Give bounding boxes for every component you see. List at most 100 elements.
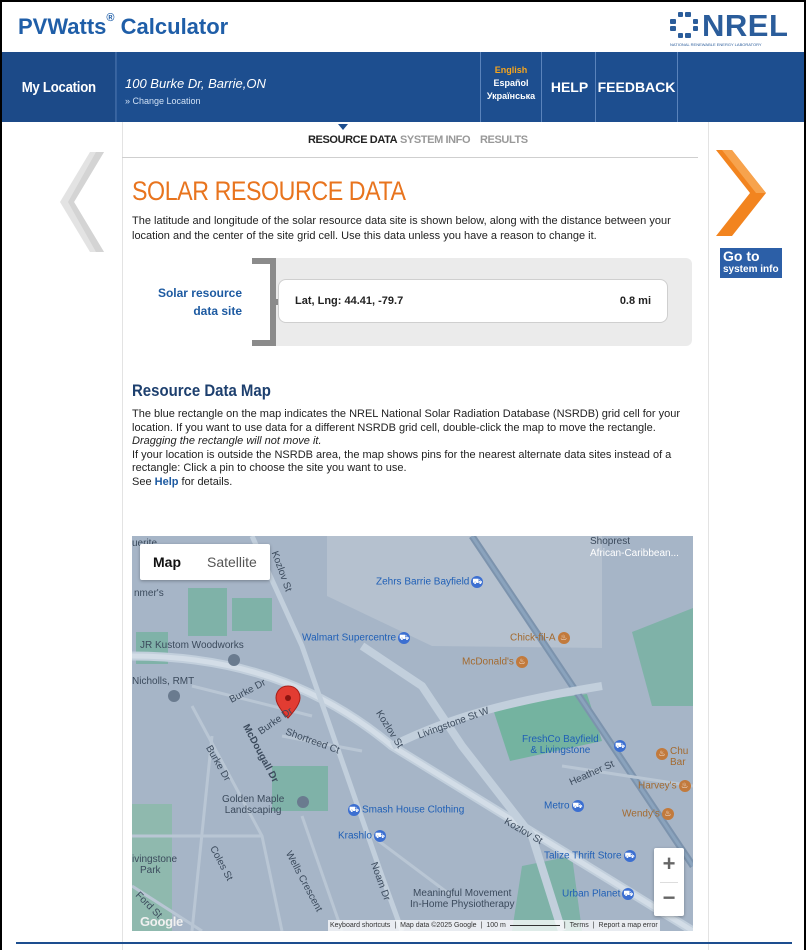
restaurant-pin-icon: ♨ <box>661 808 674 820</box>
next-arrow-icon[interactable] <box>716 150 766 236</box>
solar-resource-site-card[interactable]: Lat, Lng: 44.41, -79.7 0.8 mi <box>278 279 668 323</box>
intro-text: The latitude and longitude of the solar … <box>132 215 671 242</box>
map-label-shoprest: Shoprest <box>590 536 631 547</box>
go-to-label: Go to <box>723 248 760 264</box>
step-tabs: RESOURCE DATA SYSTEM INFO RESULTS <box>122 122 698 158</box>
map-label-mcdonalds[interactable]: McDonald's ♨ <box>462 656 530 668</box>
active-step-marker-icon <box>338 124 348 130</box>
map-section-heading: Resource Data Map <box>132 381 271 400</box>
go-to-system-info-button[interactable]: Go to system info <box>720 248 782 278</box>
change-location-link[interactable]: » Change Location <box>125 96 201 106</box>
zoom-out-button[interactable]: − <box>654 882 684 916</box>
app-suffix: Calculator <box>120 14 229 39</box>
report-map-error-link[interactable]: Report a map error <box>599 920 658 931</box>
map-label-nicholls[interactable]: Nicholls, RMT <box>132 676 194 687</box>
map-desc-p3: See Help for details. <box>132 476 692 490</box>
map-label-cunners: nmer's <box>134 588 164 599</box>
map-label-african: African-Caribbean... <box>590 548 679 559</box>
location-address: 100 Burke Dr, Barrie,ON <box>125 76 266 91</box>
help-link[interactable]: Help <box>155 476 179 488</box>
map-label-meaningful[interactable]: Meaningful Movement In-Home Physiotherapy <box>410 888 515 910</box>
business-pin-icon[interactable] <box>228 654 240 666</box>
app-title[interactable]: PVWatts® Calculator <box>18 12 229 40</box>
store-pin-icon: ⛟ <box>373 830 386 842</box>
map-data-attribution: Map data ©2025 Google <box>400 922 477 929</box>
see-text: See <box>132 475 152 488</box>
map-type-control: Map Satellite <box>140 544 270 580</box>
for-details-text: for details. <box>181 475 233 488</box>
map-label-harveys[interactable]: Harvey's ♨ <box>638 780 693 792</box>
store-pin-icon: ⛟ <box>623 850 636 862</box>
map-label-krashlo[interactable]: Krashlo ⛟ <box>338 830 388 842</box>
language-english[interactable]: English <box>481 64 541 77</box>
business-pin-icon[interactable] <box>168 690 180 702</box>
my-location-tab[interactable]: My Location <box>2 52 117 122</box>
app-name: PVWatts <box>18 14 107 39</box>
site-coordinates: Lat, Lng: 44.41, -79.7 <box>295 295 404 307</box>
map-label-jr-kustom[interactable]: JR Kustom Woodworks <box>140 640 244 651</box>
tab-results[interactable]: RESULTS <box>480 134 528 146</box>
zoom-in-button[interactable]: + <box>654 848 684 882</box>
map-label-walmart[interactable]: Walmart Supercentre ⛟ <box>302 632 412 644</box>
nrel-logo-mark-icon <box>670 12 698 38</box>
terms-link[interactable]: Terms <box>570 920 589 931</box>
feedback-button[interactable]: FEEDBACK <box>596 52 678 122</box>
store-pin-icon: ⛟ <box>398 632 411 644</box>
scale-bar <box>509 920 560 926</box>
map-label-livingstone-park: ivingstone Park <box>132 854 178 876</box>
map-label-chu[interactable]: Chu Bar <box>670 746 688 768</box>
nrel-logo[interactable]: NREL NATIONAL RENEWABLE ENERGY LABORATOR… <box>670 8 790 50</box>
store-pin-icon: ⛟ <box>571 800 584 812</box>
map-label-zehrs[interactable]: Zehrs Barrie Bayfield ⛟ <box>376 576 485 588</box>
google-logo[interactable]: Google <box>140 914 183 929</box>
map-description: The blue rectangle on the map indicates … <box>132 408 692 490</box>
map-scale[interactable]: 100 m <box>486 920 505 931</box>
help-button[interactable]: HELP <box>544 52 596 122</box>
map-footer: Keyboard shortcuts | Map data ©2025 Goog… <box>328 920 660 931</box>
map-canvas[interactable] <box>132 536 693 931</box>
business-pin-icon[interactable] <box>297 796 309 808</box>
restaurant-pin-icon: ♨ <box>557 632 570 644</box>
previous-arrow-icon[interactable] <box>60 152 106 252</box>
map-desc-note: Dragging the rectangle will not move it. <box>132 435 322 448</box>
map-label-smash-house[interactable]: ⛟ Smash House Clothing <box>346 804 464 816</box>
nrel-logo-text: NREL <box>702 8 789 43</box>
language-espanol[interactable]: Español <box>481 77 541 90</box>
right-gutter <box>708 122 804 950</box>
restaurant-pin-icon: ♨ <box>515 656 528 668</box>
language-switcher: English Español Українська <box>480 52 542 122</box>
trademark: ® <box>106 12 115 24</box>
map-label-metro[interactable]: Metro ⛟ <box>544 800 586 812</box>
map-label-freshco[interactable]: FreshCo Bayfield & Livingstone <box>522 734 599 756</box>
resource-data-map[interactable]: uerite nmer's Shoprest African-Caribbean… <box>132 536 693 931</box>
app-frame: PVWatts® Calculator NREL NATIONAL RENEWA… <box>0 0 806 950</box>
store-pin-icon: ⛟ <box>348 804 360 816</box>
map-label-golden-maple[interactable]: Golden Maple Landscaping <box>222 794 284 816</box>
nav-bar: My Location 100 Burke Dr, Barrie,ON » Ch… <box>2 52 804 122</box>
footer-divider <box>16 942 792 944</box>
restaurant-pin-icon: ♨ <box>678 780 691 792</box>
tab-resource-data[interactable]: RESOURCE DATA <box>308 134 398 146</box>
map-desc-p1: The blue rectangle on the map indicates … <box>132 408 681 434</box>
map-label-wendys[interactable]: Wendy's ♨ <box>622 808 676 820</box>
map-label-urban-planet[interactable]: Urban Planet ⛟ <box>562 888 636 900</box>
nrel-logo-subtext: NATIONAL RENEWABLE ENERGY LABORATORY <box>670 42 762 47</box>
store-pin-icon[interactable]: ⛟ <box>614 740 626 752</box>
site-distance: 0.8 mi <box>619 295 651 307</box>
tab-system-info[interactable]: SYSTEM INFO <box>400 134 471 146</box>
site-label-line1: Solar resource <box>157 286 242 300</box>
site-label-line2: data site <box>193 304 242 318</box>
keyboard-shortcuts-link[interactable]: Keyboard shortcuts <box>330 920 390 931</box>
store-pin-icon: ⛟ <box>622 888 635 900</box>
zoom-control: + − <box>654 848 684 916</box>
page-title: SOLAR RESOURCE DATA <box>132 176 406 206</box>
language-ukrainian[interactable]: Українська <box>481 90 541 103</box>
map-type-satellite-button[interactable]: Satellite <box>194 544 270 580</box>
store-pin-icon: ⛟ <box>471 576 484 588</box>
top-header: PVWatts® Calculator NREL NATIONAL RENEWA… <box>2 2 804 52</box>
solar-resource-site-label: Solar resource data site <box>132 284 242 320</box>
map-label-chickfila[interactable]: Chick-fil-A ♨ <box>510 632 572 644</box>
map-label-talize[interactable]: Talize Thrift Store ⛟ <box>544 850 638 862</box>
restaurant-pin-icon[interactable]: ♨ <box>656 748 668 760</box>
map-type-map-button[interactable]: Map <box>140 544 194 580</box>
